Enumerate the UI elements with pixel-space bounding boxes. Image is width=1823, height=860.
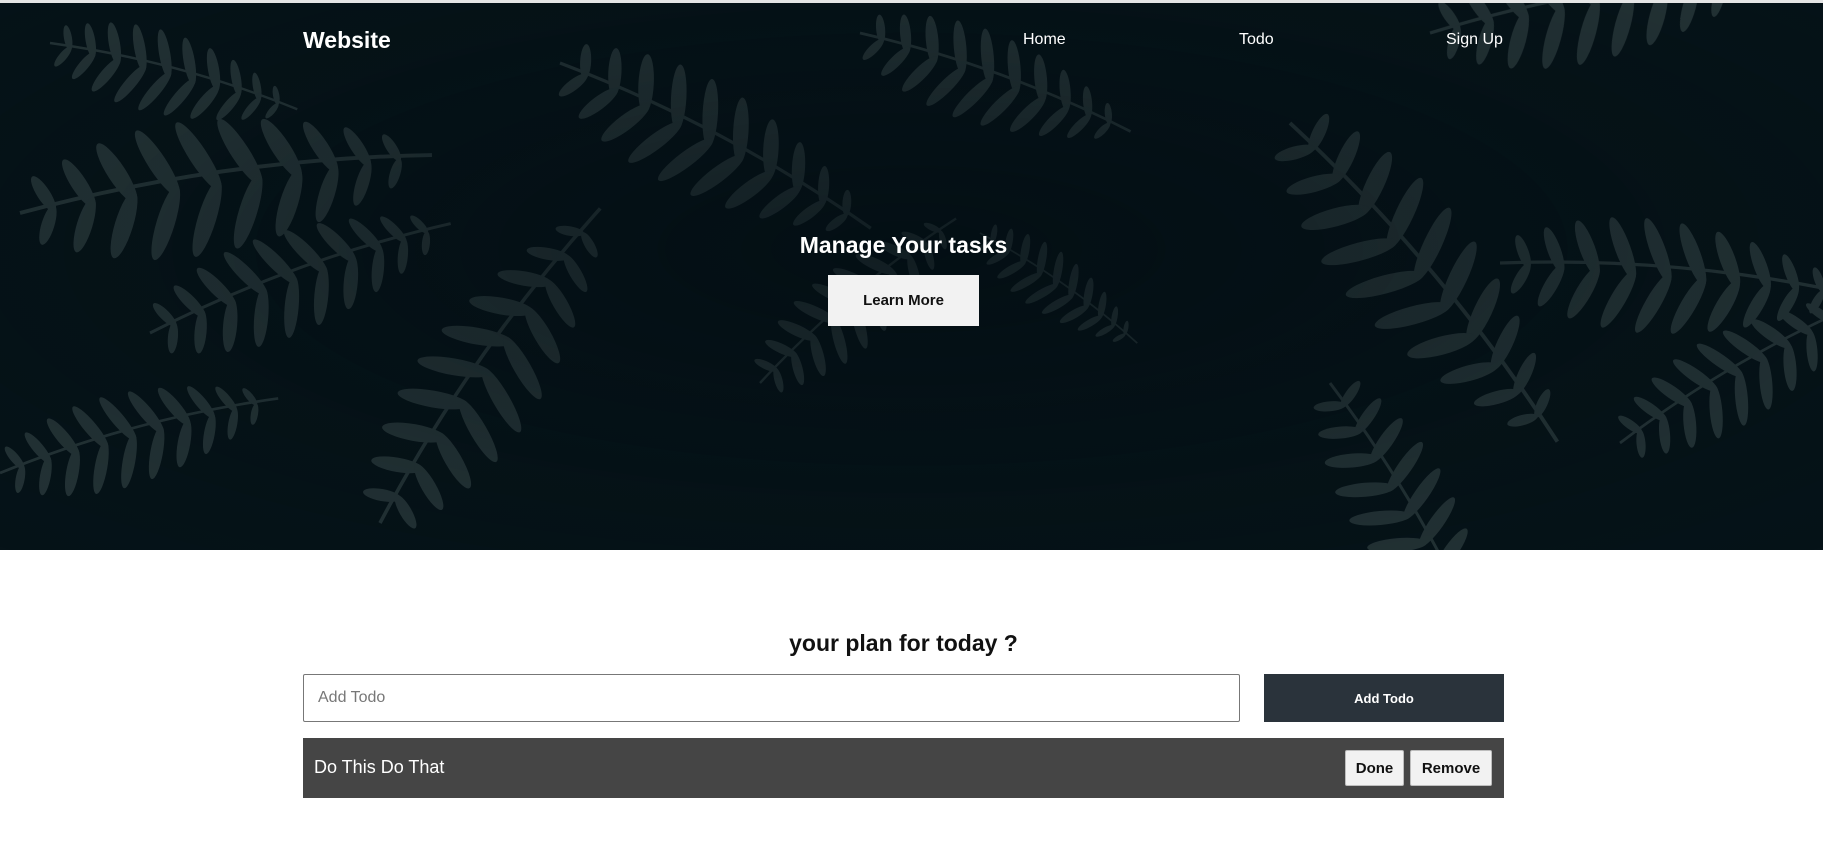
nav-link-sign-up[interactable]: Sign Up [1446,31,1503,49]
site-brand: Website [303,27,391,53]
add-todo-input[interactable] [303,674,1240,722]
learn-more-button[interactable]: Learn More [828,275,979,326]
nav-link-todo[interactable]: Todo [1239,31,1274,49]
todo-heading: your plan for today ? [789,630,1018,656]
done-button[interactable]: Done [1345,750,1404,786]
todo-item-text: Do This Do That [314,757,445,777]
hero-title: Manage Your tasks [799,232,1008,258]
hero-section: Website Home Todo Sign Up Manage Your ta… [0,3,1823,550]
remove-button[interactable]: Remove [1410,750,1492,786]
add-todo-button[interactable]: Add Todo [1264,674,1504,722]
nav-link-home[interactable]: Home [1023,31,1066,49]
todo-list-item: Do This Do That Done Remove [303,738,1504,798]
